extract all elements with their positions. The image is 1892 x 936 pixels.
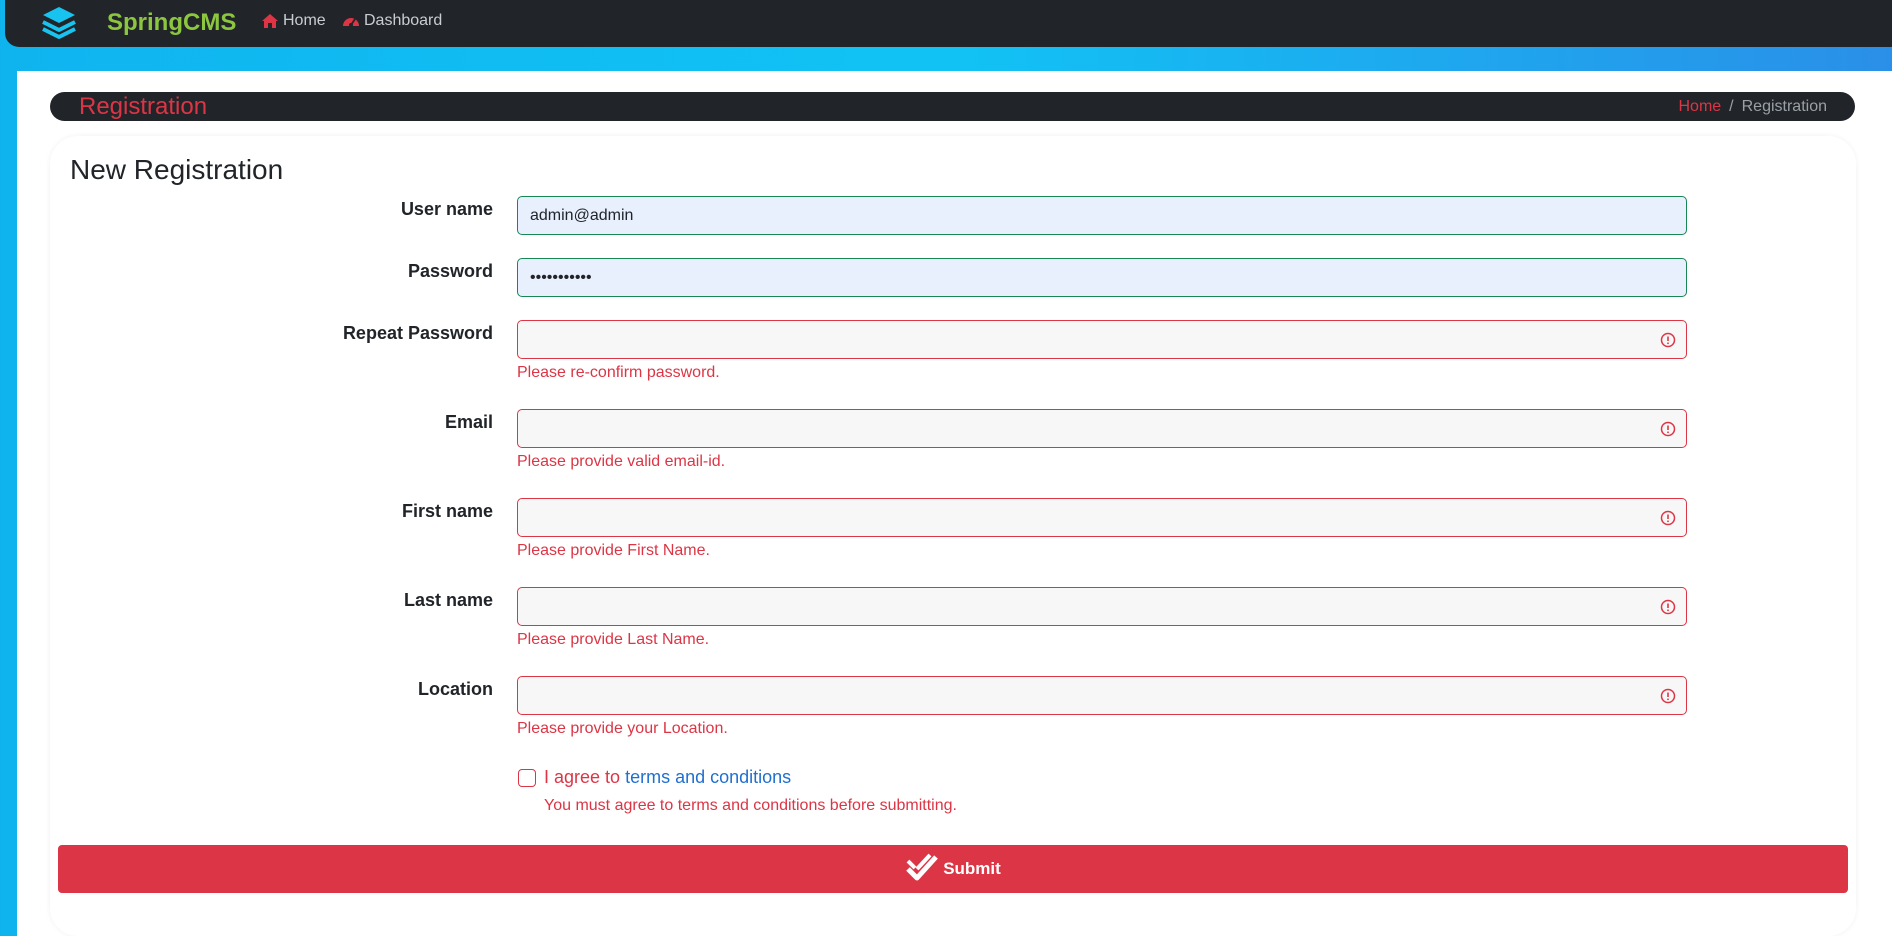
password-label: Password	[407, 261, 493, 281]
brand-name[interactable]: SpringCMS	[107, 9, 236, 37]
error-icon	[1660, 599, 1676, 615]
terms-label: I agree to terms and conditions	[544, 767, 791, 788]
last-name-label: Last name	[403, 590, 493, 610]
terms-checkbox[interactable]	[518, 769, 536, 787]
breadcrumb-current: Registration	[1741, 98, 1827, 115]
error-icon	[1660, 688, 1676, 704]
first-name-input[interactable]	[517, 498, 1687, 537]
error-icon	[1660, 421, 1676, 437]
nav-home-link[interactable]: Home	[261, 12, 326, 30]
form-title: New Registration	[70, 154, 284, 185]
password-input[interactable]: •••••••••••	[517, 258, 1687, 297]
last-name-input[interactable]	[517, 587, 1687, 626]
terms-link[interactable]: terms and conditions	[625, 767, 791, 787]
password-value: •••••••••••	[530, 268, 592, 286]
username-value: admin@admin	[530, 206, 634, 224]
home-icon	[262, 14, 278, 28]
username-input[interactable]: admin@admin	[517, 196, 1687, 235]
last-name-feedback: Please provide Last Name.	[517, 631, 710, 648]
repeat-password-label: Repeat Password	[342, 323, 493, 343]
location-label: Location	[418, 679, 493, 699]
top-navbar: SpringCMS Home Dashboard	[5, 0, 1892, 47]
nav-dashboard-link[interactable]: Dashboard	[342, 12, 442, 30]
error-icon	[1660, 332, 1676, 348]
email-feedback: Please provide valid email-id.	[517, 453, 726, 470]
breadcrumb: Home / Registration	[1678, 98, 1827, 116]
breadcrumb-home-link[interactable]: Home	[1678, 98, 1721, 116]
email-label: Email	[444, 412, 493, 432]
location-input[interactable]	[517, 676, 1687, 715]
submit-button[interactable]: Submit	[58, 845, 1848, 893]
location-feedback: Please provide your Location.	[517, 720, 728, 737]
nav-dashboard-label: Dashboard	[364, 12, 443, 29]
page-title: Registration	[79, 93, 208, 120]
email-input[interactable]	[517, 409, 1687, 448]
dashboard-gauge-icon	[343, 18, 359, 27]
double-check-icon	[906, 853, 939, 881]
submit-label: Submit	[943, 859, 1001, 878]
breadcrumb-separator: /	[1729, 98, 1734, 115]
repeat-password-input[interactable]	[517, 320, 1687, 359]
nav-home-label: Home	[283, 12, 326, 29]
repeat-password-feedback: Please re-confirm password.	[517, 364, 720, 381]
error-icon	[1660, 510, 1676, 526]
terms-feedback: You must agree to terms and conditions b…	[544, 797, 957, 814]
page-header-bar	[50, 92, 1855, 121]
username-label: User name	[400, 199, 493, 219]
layers-logo-icon[interactable]	[41, 5, 77, 41]
terms-prefix: I agree to	[544, 767, 626, 787]
first-name-feedback: Please provide First Name.	[517, 542, 710, 559]
first-name-label: First name	[401, 501, 493, 521]
